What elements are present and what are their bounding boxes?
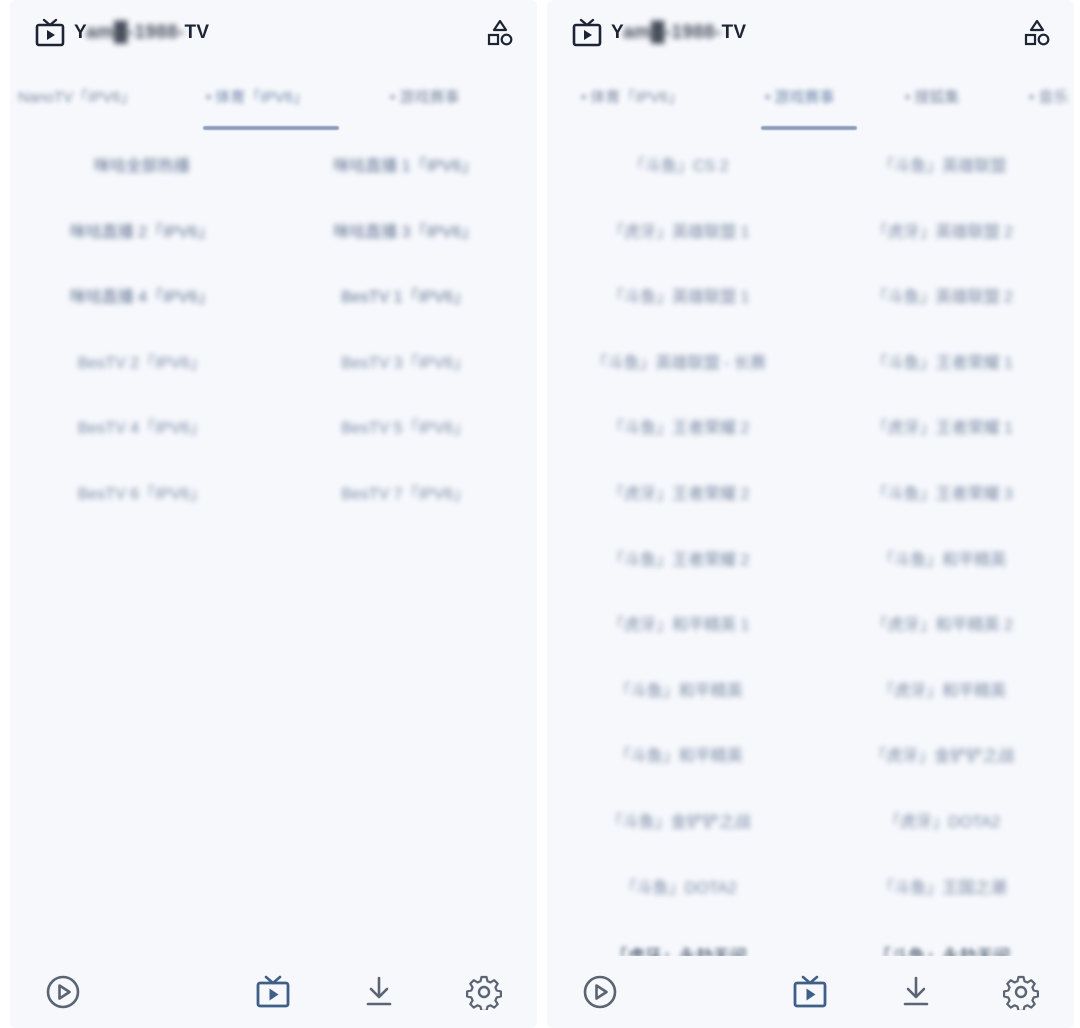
channel-item[interactable]: BesTV 2「IPV6」 [10,349,274,373]
channel-item[interactable]: 「斗鱼」王者荣耀 2 [547,546,811,570]
channel-item[interactable]: BesTV 6「IPV6」 [10,480,274,504]
category-tabs: NanoTV「IPV6」 • 体育「IPV6」 • 游戏赛事 [10,74,537,134]
channel-item[interactable]: 「虎牙」和平精英 1 [547,611,811,635]
channel-item[interactable]: 咪咕全部热播 [10,152,274,176]
channel-item[interactable]: 「斗鱼」英雄联盟 1 [547,283,811,307]
channel-item[interactable]: 「斗鱼」英雄联盟 2 [811,283,1075,307]
tv-icon[interactable] [252,971,294,1013]
tab-2[interactable]: • 游戏赛事 [390,86,459,107]
channel-item[interactable]: 「虎牙」英雄联盟 2 [811,218,1075,242]
tab-0[interactable]: NanoTV「IPV6」 [18,86,136,107]
channel-item[interactable]: 「虎牙」金铲铲之战 [811,742,1075,766]
channel-item[interactable]: 「斗鱼」CS 2 [547,152,811,176]
bottom-nav [547,956,1074,1028]
tv-icon [34,17,66,49]
shapes-icon[interactable] [1022,18,1052,48]
channel-item[interactable]: 「斗鱼」英雄联盟 - 长赛 [547,349,811,373]
tab-1[interactable]: • 游戏赛事 [765,86,834,107]
app-stage: Yam█-1988-TV NanoTV「IPV6」 • 体育「IPV6」 • 游戏赛… [0,0,1080,1028]
channel-item[interactable]: 「虎牙」和平精英 [811,677,1075,701]
channel-item[interactable]: BesTV 7「IPV6」 [274,480,538,504]
channel-item[interactable]: BesTV 5「IPV6」 [274,414,538,438]
channel-item[interactable]: BesTV 4「IPV6」 [10,414,274,438]
play-circle-icon[interactable] [42,971,84,1013]
channel-item[interactable]: 「斗鱼」金铲铲之战 [547,808,811,832]
app-title: Yam█-1988-TV [74,22,210,43]
heart-icon[interactable] [684,971,726,1013]
channel-item[interactable]: 「斗鱼」和平精英 [811,546,1075,570]
tab-3[interactable]: • 音乐 [1029,86,1068,107]
channel-item[interactable]: 咪咕直播 4「IPV6」 [10,283,274,307]
channel-item[interactable]: 「斗鱼」王国之潮 [811,874,1075,898]
gear-icon[interactable] [1000,971,1042,1013]
bottom-nav [10,956,537,1028]
channel-item[interactable]: 「斗鱼」王者荣耀 2 [547,414,811,438]
channel-item[interactable]: BesTV 1「IPV6」 [274,283,538,307]
channel-item[interactable]: 「斗鱼」英雄联盟 [811,152,1075,176]
app-title: Yam█-1988-TV [611,22,747,43]
app-bar: Yam█-1988-TV [10,0,537,66]
gear-icon[interactable] [463,971,505,1013]
app-bar: Yam█-1988-TV [547,0,1074,66]
tab-2[interactable]: • 搜狐集 [905,86,959,107]
channel-item[interactable]: 「虎牙」王者荣耀 2 [547,480,811,504]
channel-item[interactable]: 「虎牙」和平精英 2 [811,611,1075,635]
play-circle-icon[interactable] [579,971,621,1013]
channel-item[interactable]: 「虎牙」英雄联盟 1 [547,218,811,242]
active-tab-indicator [203,126,339,130]
channel-item[interactable]: 「虎牙」DOTA2 [811,808,1075,832]
channel-item[interactable]: 「斗鱼」王者荣耀 3 [811,480,1075,504]
screen-left: Yam█-1988-TV NanoTV「IPV6」 • 体育「IPV6」 • 游戏赛… [10,0,537,1028]
heart-icon[interactable] [147,971,189,1013]
active-tab-indicator [761,126,857,130]
download-icon[interactable] [895,971,937,1013]
tab-1[interactable]: • 体育「IPV6」 [206,86,308,107]
channel-item[interactable]: BesTV 3「IPV6」 [274,349,538,373]
channel-item[interactable]: 「虎牙」王者荣耀 1 [811,414,1075,438]
category-tabs: • 体育「IPV6」 • 游戏赛事 • 搜狐集 • 音乐 [547,74,1074,134]
channel-item[interactable]: 「斗鱼」和平精英 [547,677,811,701]
download-icon[interactable] [358,971,400,1013]
screen-right: Yam█-1988-TV • 体育「IPV6」 • 游戏赛事 • 搜狐集 • 音乐 「… [547,0,1074,1028]
channel-item[interactable]: 「斗鱼」和平精英 [547,742,811,766]
tv-icon [571,17,603,49]
channel-item[interactable]: 「斗鱼」王者荣耀 1 [811,349,1075,373]
tab-0[interactable]: • 体育「IPV6」 [581,86,683,107]
channel-item[interactable]: 咪咕直播 2「IPV6」 [10,218,274,242]
channel-item[interactable]: 咪咕直播 1「IPV6」 [274,152,538,176]
shapes-icon[interactable] [485,18,515,48]
tv-icon[interactable] [789,971,831,1013]
channel-item[interactable]: 咪咕直播 3「IPV6」 [274,218,538,242]
channel-item[interactable]: 「斗鱼」DOTA2 [547,874,811,898]
